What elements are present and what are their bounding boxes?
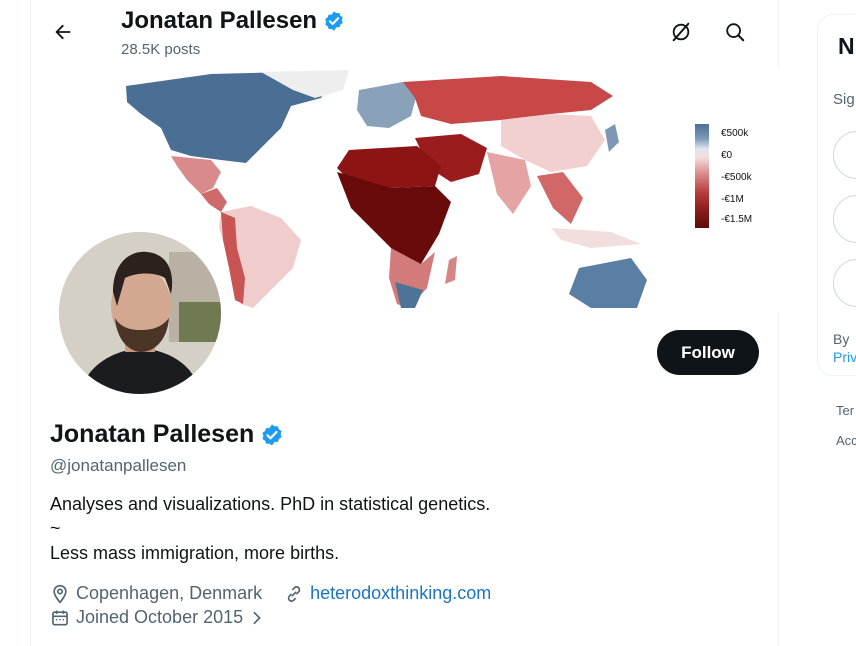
avatar-photo: [59, 232, 221, 394]
map-region-australia: [569, 258, 647, 308]
footer-link-accessibility[interactable]: Acc: [836, 433, 856, 448]
grok-button[interactable]: [663, 14, 699, 50]
grok-icon: [672, 22, 690, 42]
map-region-indonesia: [551, 228, 641, 248]
signup-card-subtitle: Sig: [833, 91, 855, 108]
profile-website-link[interactable]: heterodoxthinking.com: [310, 583, 491, 604]
verified-badge-icon[interactable]: [260, 423, 284, 447]
footer-link-terms[interactable]: Ter: [836, 403, 854, 418]
profile-header-bar: Jonatan Pallesen 28.5K posts: [31, 0, 779, 68]
location-pin-icon: [53, 584, 67, 604]
post-count: 28.5K posts: [121, 41, 201, 58]
privacy-link[interactable]: Priv: [833, 349, 856, 365]
follow-button[interactable]: Follow: [657, 330, 759, 375]
map-region-southeast-asia: [537, 172, 583, 224]
legend-label: -€500k: [721, 172, 752, 183]
legend-label: €0: [721, 150, 733, 161]
profile-location: Copenhagen, Denmark: [76, 583, 263, 603]
map-region-japan: [605, 124, 619, 152]
search-icon: [726, 23, 745, 42]
header-name-text: Jonatan Pallesen: [121, 7, 318, 34]
bio-line: Less mass immigration, more births.: [50, 543, 340, 563]
map-region-europe: [357, 82, 417, 128]
profile-joined-row[interactable]: Joined October 2015: [50, 607, 265, 628]
back-button[interactable]: [45, 14, 81, 50]
legend-label: -€1M: [721, 194, 744, 205]
profile-name-text: Jonatan Pallesen: [50, 420, 255, 448]
legend-color-bar: [695, 124, 709, 228]
signup-card-title: N: [838, 33, 855, 59]
search-button[interactable]: [717, 14, 753, 50]
signup-option-button[interactable]: [833, 195, 856, 243]
bio-line: ~: [50, 518, 61, 538]
map-region-mexico: [171, 156, 221, 194]
profile-handle: @jonatanpallesen: [50, 456, 187, 475]
link-icon: [287, 585, 301, 602]
profile-meta-row: Copenhagen, Denmark heterodoxthinking.co…: [50, 583, 491, 604]
avatar[interactable]: [55, 228, 225, 398]
legend-label: -€1.5M: [721, 214, 753, 225]
bio-line: Analyses and visualizations. PhD in stat…: [50, 494, 491, 514]
chevron-right-icon: [253, 611, 261, 624]
profile-joined-date: Joined October 2015: [76, 607, 244, 627]
signup-card: N Sig By Priv: [817, 14, 856, 376]
profile-column: Jonatan Pallesen 28.5K posts €500k €0 -€…: [30, 0, 779, 646]
verified-badge-icon: [325, 11, 343, 31]
signup-option-button[interactable]: [833, 131, 856, 179]
map-region-india: [487, 152, 531, 214]
signup-option-button[interactable]: [833, 259, 856, 307]
map-legend: €500k €0 -€500k -€1M -€1.5M: [695, 124, 755, 228]
header-name: Jonatan Pallesen: [121, 7, 345, 35]
arrow-left-icon: [55, 24, 71, 40]
profile-name: Jonatan Pallesen: [50, 420, 284, 449]
legend-label: €500k: [721, 128, 749, 139]
map-region-madagascar: [445, 256, 457, 284]
signup-terms-text: By: [833, 331, 850, 347]
calendar-icon: [52, 610, 68, 625]
